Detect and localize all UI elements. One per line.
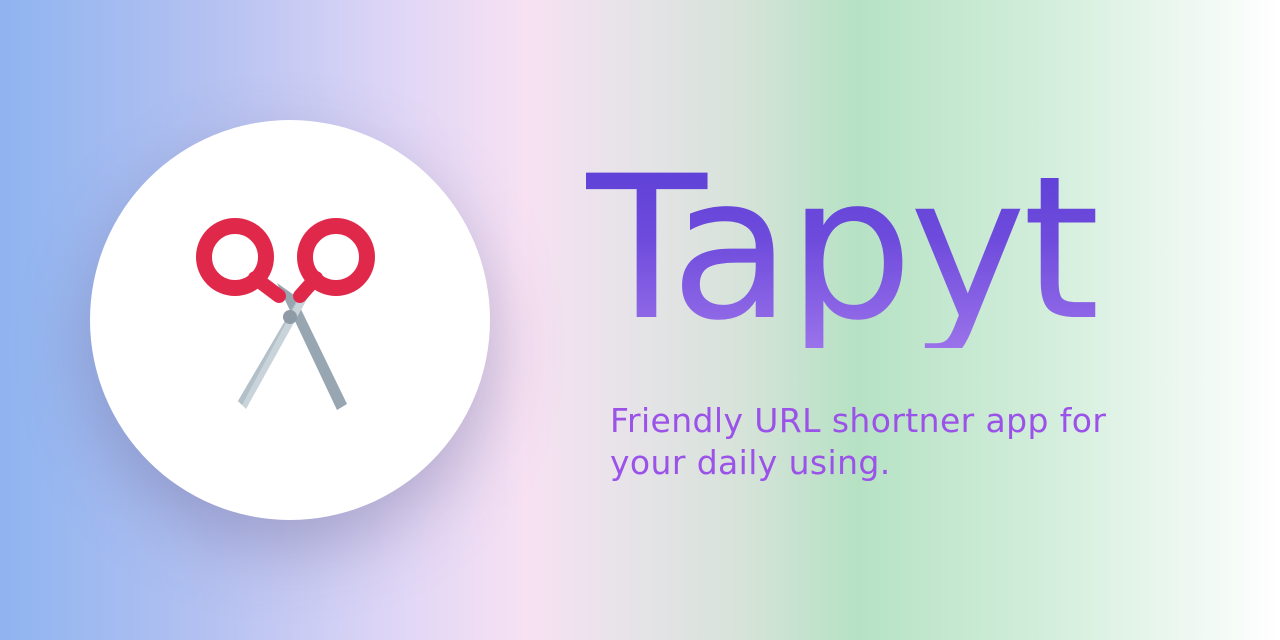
scissors-pivot [283,310,297,324]
banner: Tapyt Friendly URL shortner app for your… [0,0,1280,640]
scissors-right-neck [293,271,323,303]
scissors-icon [196,218,375,410]
scissors-back-blade [277,283,347,410]
scissors-left-neck [248,271,286,303]
app-title: Tapyt [586,133,1100,364]
app-tagline: Friendly URL shortner app for your daily… [610,401,1107,482]
logo-badge [90,120,490,520]
scissors-front-blade-edge [238,291,303,405]
